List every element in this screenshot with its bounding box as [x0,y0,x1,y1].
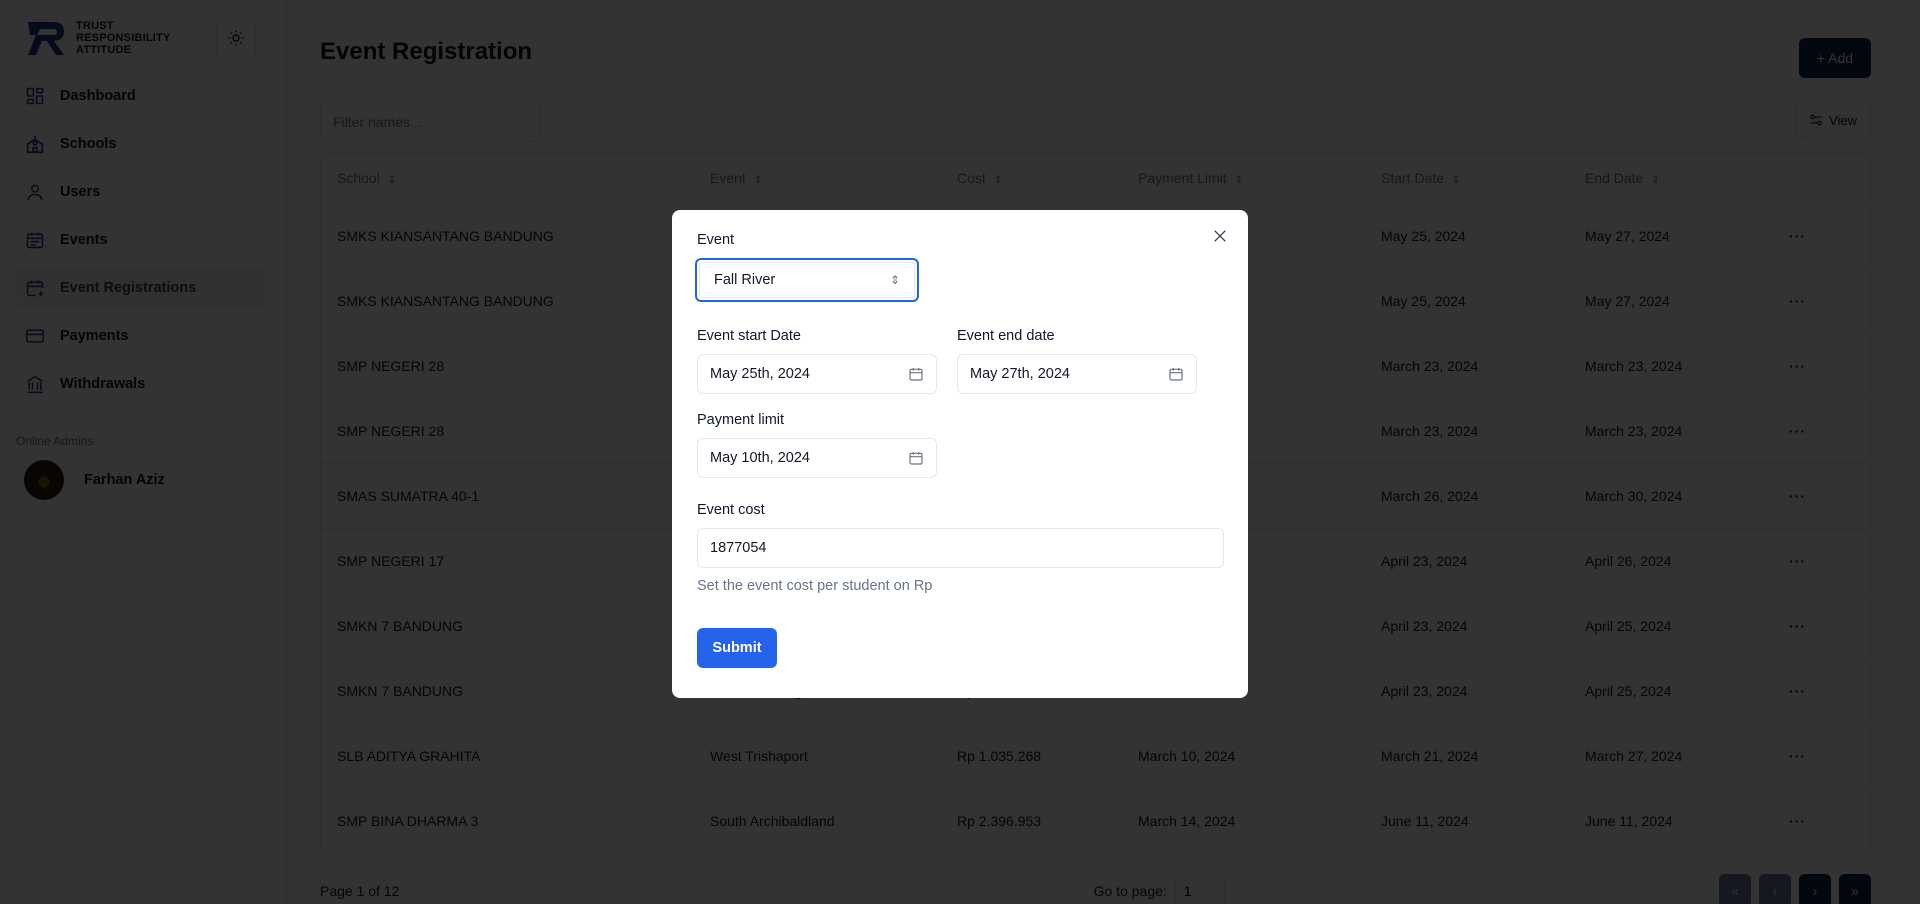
event-cost-hint: Set the event cost per student on Rp [697,578,933,594]
event-cost-label: Event cost [697,502,765,518]
calendar-icon [1169,368,1183,381]
payment-limit-value: May 10th, 2024 [710,450,810,466]
payment-limit-picker[interactable]: May 10th, 2024 [697,438,937,478]
edit-registration-dialog: Event Fall River ⇕ Event start Date May … [672,210,1248,698]
start-date-picker[interactable]: May 25th, 2024 [697,354,937,394]
event-select[interactable]: Fall River ⇕ [695,258,919,302]
chevrons-up-down-icon: ⇕ [889,273,900,287]
close-button[interactable] [1208,224,1232,248]
end-date-value: May 27th, 2024 [970,366,1070,382]
close-icon [1214,230,1226,242]
event-cost-input[interactable] [697,528,1224,568]
start-date-group: Event start Date May 25th, 2024 [697,328,937,394]
end-date-label: Event end date [957,328,1055,344]
event-label: Event [697,232,735,248]
payment-limit-label: Payment limit [697,412,785,428]
end-date-picker[interactable]: May 27th, 2024 [957,354,1197,394]
calendar-icon [909,368,923,381]
end-date-group: Event end date May 27th, 2024 [957,328,1197,394]
submit-button[interactable]: Submit [697,628,777,668]
start-date-label: Event start Date [697,328,801,344]
event-select-inner: Fall River ⇕ [699,262,915,298]
date-row: Event start Date May 25th, 2024 Event en… [697,328,1223,394]
payment-limit-group: Payment limit May 10th, 2024 [697,412,1223,478]
calendar-icon [909,452,923,465]
start-date-value: May 25th, 2024 [710,366,810,382]
event-select-value: Fall River [714,272,776,288]
event-cost-group: Event cost Set the event cost per studen… [697,502,1224,594]
